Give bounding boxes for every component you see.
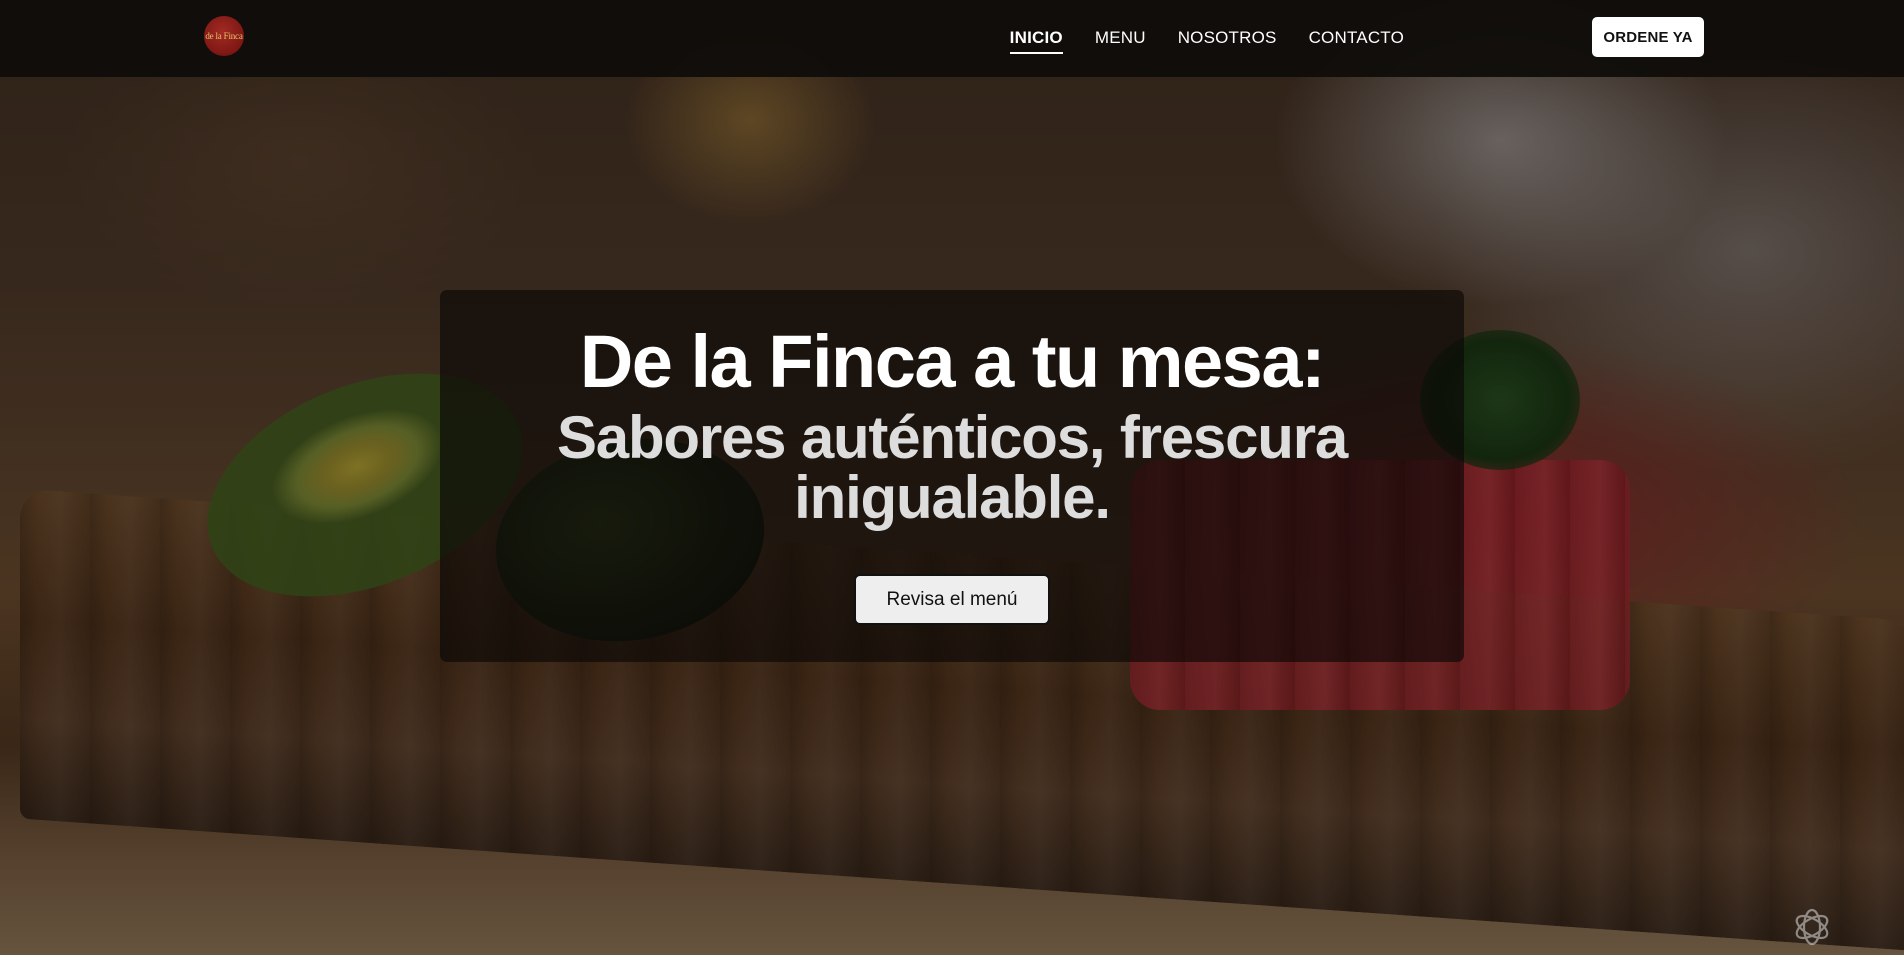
logo[interactable]: de la Finca [204, 16, 244, 56]
navbar: de la Finca INICIO MENU NOSOTROS CONTACT… [0, 0, 1904, 77]
openai-knot-icon [1795, 908, 1829, 946]
hero-subtitle: Sabores auténticos, frescura inigualable… [556, 404, 1348, 531]
hero-panel: De la Finca a tu mesa: Sabores auténtico… [440, 290, 1464, 662]
page: de la Finca INICIO MENU NOSOTROS CONTACT… [0, 0, 1904, 955]
hero-title: De la Finca a tu mesa: [579, 320, 1326, 403]
nav-link-contacto[interactable]: CONTACTO [1309, 28, 1404, 50]
view-menu-button[interactable]: Revisa el menú [854, 574, 1050, 625]
order-now-button[interactable]: ORDENE YA [1592, 17, 1704, 57]
nav-link-inicio[interactable]: INICIO [1009, 28, 1063, 54]
nav-link-nosotros[interactable]: NOSOTROS [1178, 28, 1277, 50]
nav-link-menu[interactable]: MENU [1095, 28, 1146, 50]
logo-text: de la Finca [205, 31, 243, 41]
main-nav: INICIO MENU NOSOTROS CONTACTO [1009, 0, 1404, 77]
